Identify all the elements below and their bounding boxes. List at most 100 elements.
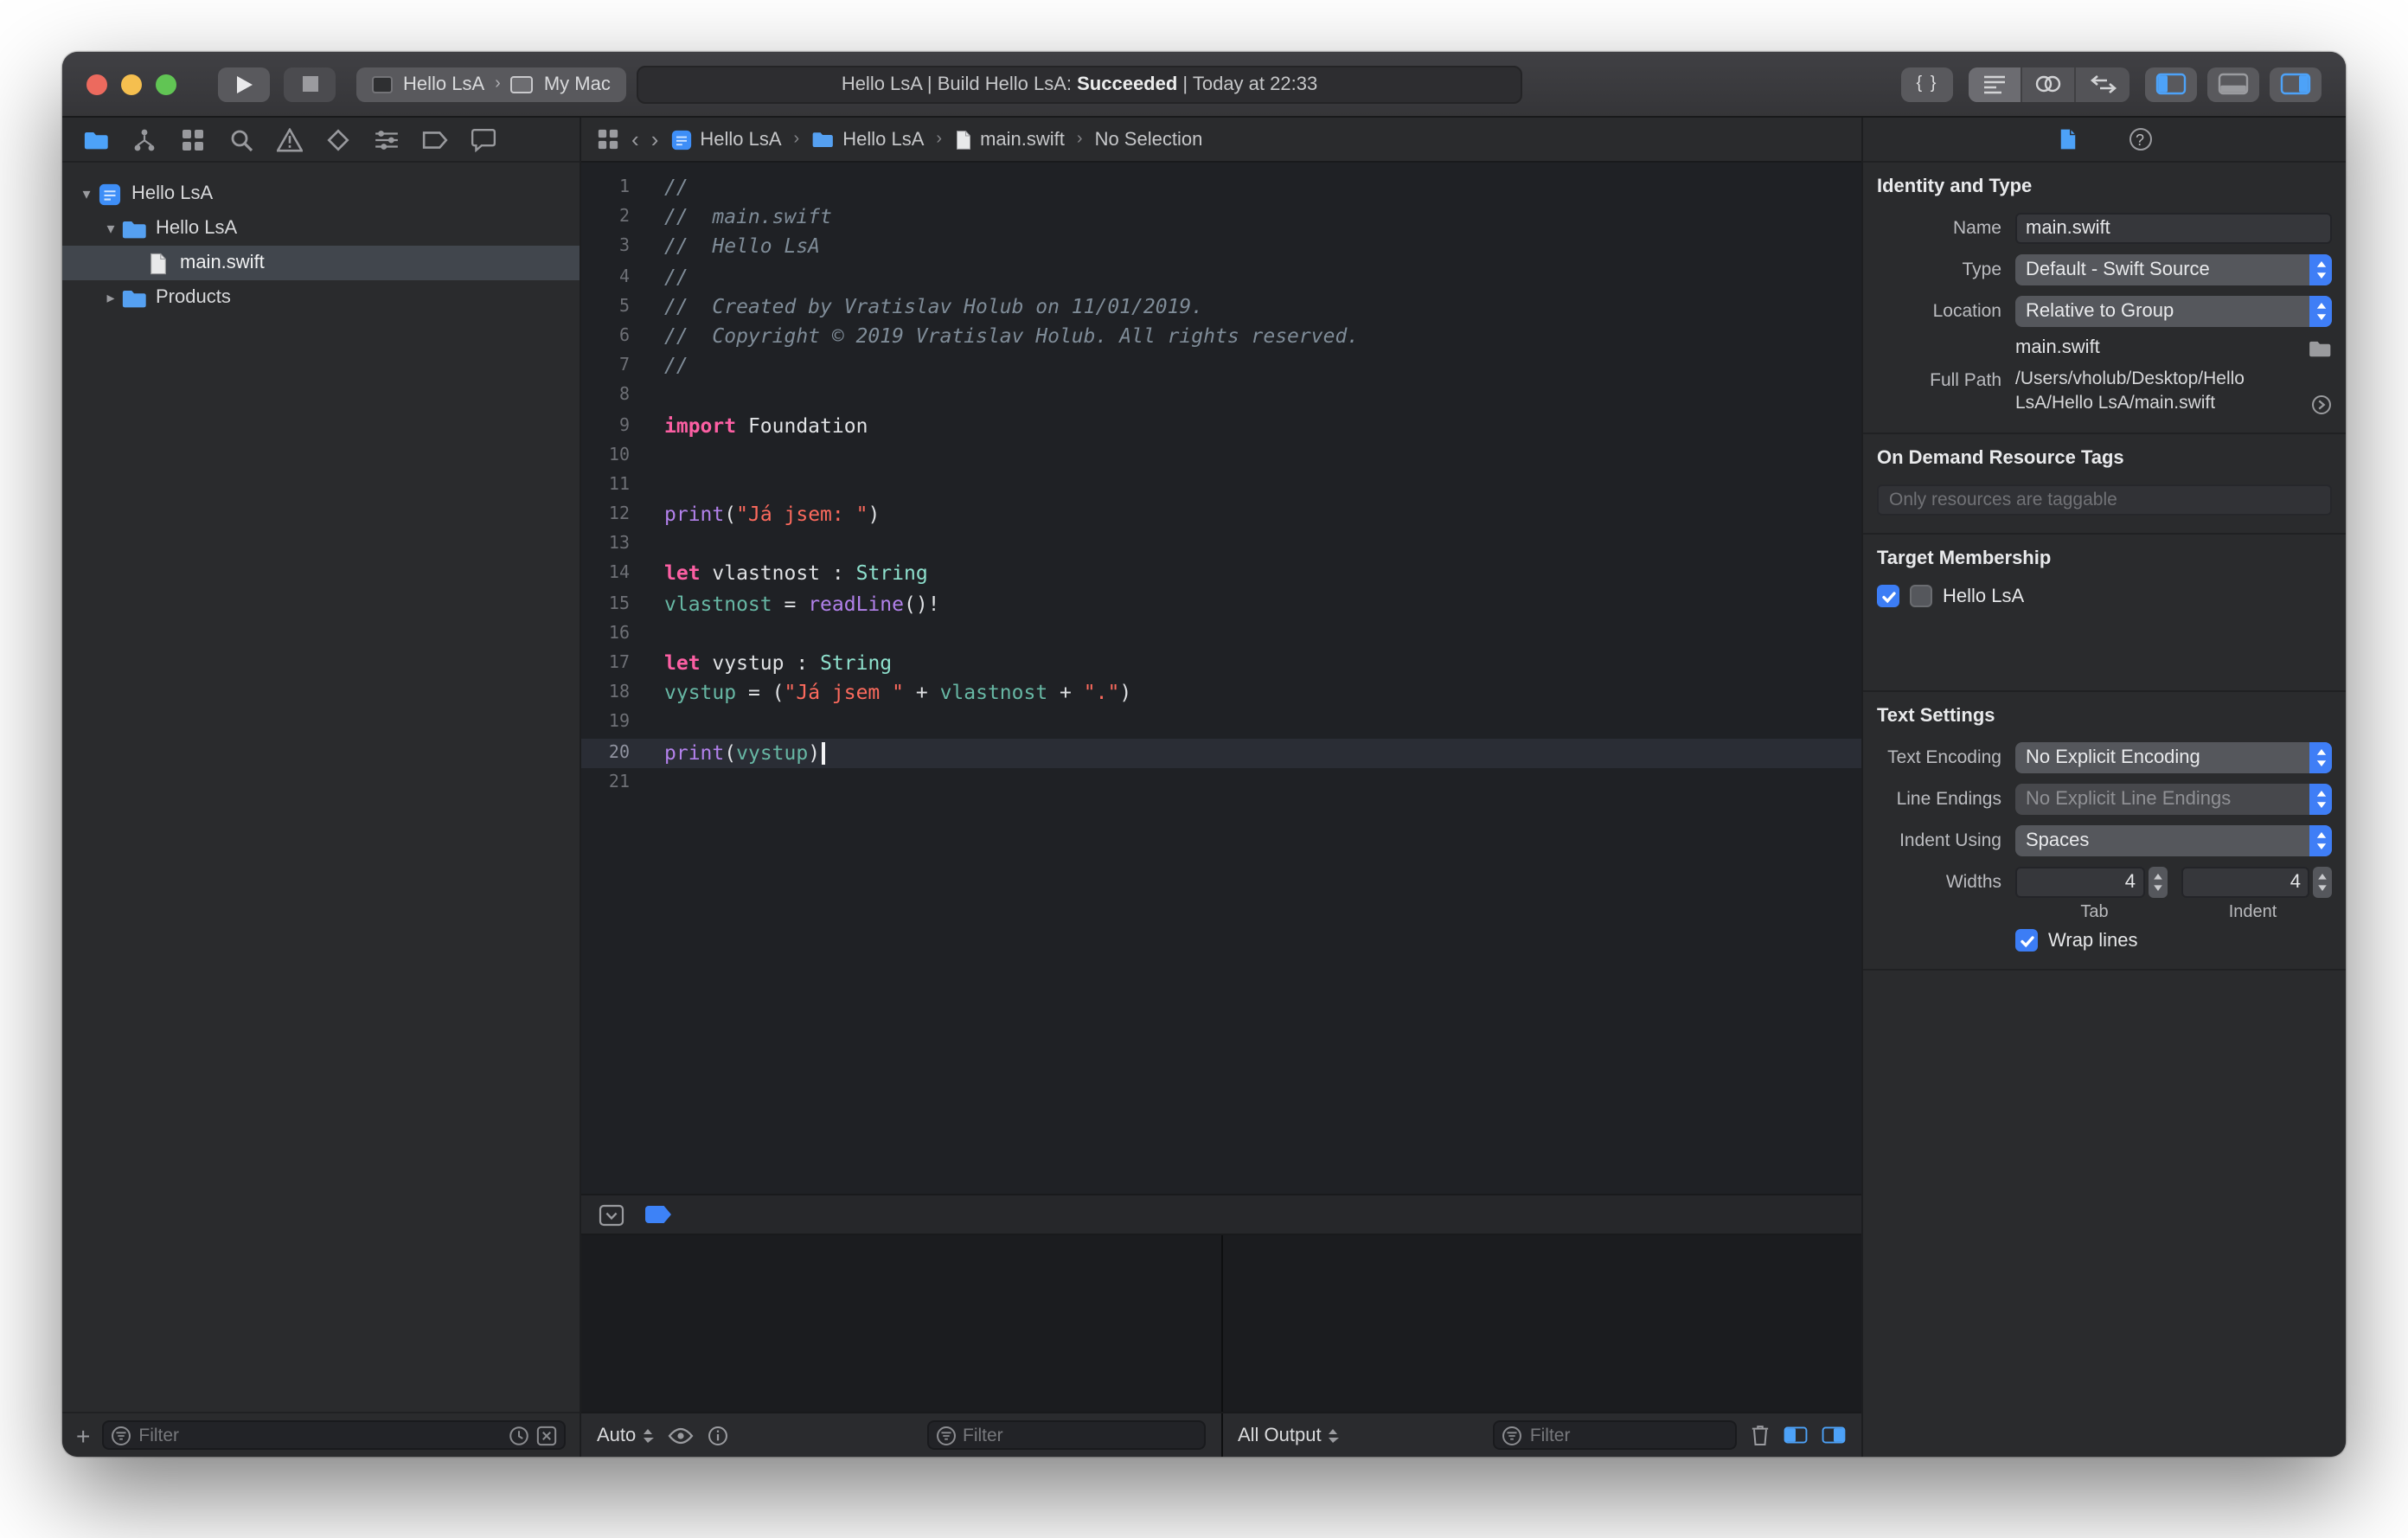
- version-editor-button[interactable]: [2076, 67, 2129, 101]
- code-line[interactable]: 14let vlastnost : String: [581, 560, 1861, 589]
- code-line[interactable]: 8: [581, 381, 1861, 411]
- breadcrumb-selection[interactable]: No Selection: [1095, 129, 1203, 150]
- console-filter-field[interactable]: [1494, 1420, 1737, 1450]
- code-line[interactable]: 21: [581, 768, 1861, 798]
- source-control-navigator-icon[interactable]: [131, 127, 157, 151]
- source-editor[interactable]: 1//2// main.swift3// Hello LsA4//5// Cre…: [581, 163, 1861, 1194]
- target-membership-row[interactable]: Hello LsA: [1877, 586, 2332, 608]
- console-filter-input[interactable]: [1530, 1425, 1728, 1445]
- quicklook-eye-icon[interactable]: [667, 1426, 693, 1444]
- toggle-navigator-button[interactable]: [2145, 67, 2197, 101]
- code-line[interactable]: 3// Hello LsA: [581, 233, 1861, 262]
- disclosure-triangle-icon[interactable]: ▾: [100, 219, 121, 238]
- minimize-window-button[interactable]: [121, 74, 142, 94]
- indent-width-field[interactable]: [2181, 868, 2309, 899]
- wrap-lines-checkbox[interactable]: [2015, 930, 2038, 952]
- breadcrumb-group[interactable]: Hello LsA: [811, 129, 924, 150]
- back-button[interactable]: ‹: [631, 126, 639, 152]
- variables-scope-popup[interactable]: Auto: [597, 1425, 653, 1445]
- show-variables-view-button[interactable]: [1784, 1426, 1808, 1445]
- variables-view[interactable]: [581, 1235, 1222, 1412]
- variables-filter-input[interactable]: [963, 1425, 1196, 1445]
- report-navigator-icon[interactable]: [471, 127, 496, 151]
- code-line[interactable]: 13: [581, 530, 1861, 560]
- console-output-popup[interactable]: All Output: [1238, 1425, 1339, 1445]
- toggle-inspector-button[interactable]: [2270, 67, 2322, 101]
- code-line[interactable]: 10: [581, 440, 1861, 470]
- line-endings-popup[interactable]: No Explicit Line Endings: [2015, 785, 2332, 816]
- test-navigator-icon[interactable]: [325, 127, 351, 151]
- quick-help-inspector-tab[interactable]: ?: [2129, 128, 2151, 151]
- issue-navigator-icon[interactable]: [277, 127, 303, 151]
- code-line[interactable]: 20print(vystup): [581, 738, 1861, 767]
- indent-using-popup[interactable]: Spaces: [2015, 826, 2332, 857]
- info-icon[interactable]: [707, 1425, 727, 1445]
- scheme-selector[interactable]: Hello LsA › My Mac: [356, 67, 626, 101]
- reveal-in-finder-icon[interactable]: [2311, 395, 2332, 416]
- forward-button[interactable]: ›: [651, 126, 659, 152]
- resource-tags-field[interactable]: Only resources are taggable: [1877, 485, 2332, 516]
- standard-editor-button[interactable]: [1969, 67, 2022, 101]
- hide-debug-area-button[interactable]: [599, 1203, 624, 1226]
- text-encoding-popup[interactable]: No Explicit Encoding: [2015, 743, 2332, 774]
- file-inspector-tab[interactable]: [2058, 128, 2077, 151]
- name-field[interactable]: [2015, 213, 2332, 244]
- disclosure-triangle-icon[interactable]: ▾: [76, 184, 97, 203]
- console-view[interactable]: [1222, 1235, 1861, 1412]
- code-line[interactable]: 15vlastnost = readLine()!: [581, 589, 1861, 618]
- project-navigator-icon[interactable]: [83, 127, 109, 151]
- choose-folder-icon[interactable]: [2308, 338, 2332, 357]
- code-line[interactable]: 2// main.swift: [581, 202, 1861, 232]
- stop-button[interactable]: [284, 67, 336, 101]
- breadcrumb-project[interactable]: Hello LsA: [670, 129, 781, 150]
- tab-width-stepper[interactable]: [2148, 868, 2167, 899]
- code-line[interactable]: 16: [581, 619, 1861, 649]
- clear-console-trash-icon[interactable]: [1751, 1424, 1770, 1446]
- name-input[interactable]: [2026, 218, 2322, 239]
- breadcrumb-file[interactable]: main.swift: [954, 129, 1065, 150]
- code-line[interactable]: 9import Foundation: [581, 411, 1861, 440]
- zoom-window-button[interactable]: [156, 74, 176, 94]
- tree-row-project[interactable]: ▾ Hello LsA: [62, 176, 580, 211]
- target-checkbox[interactable]: [1877, 586, 1899, 608]
- disclosure-triangle-icon[interactable]: ▸: [100, 288, 121, 307]
- type-popup[interactable]: Default - Swift Source: [2015, 254, 2332, 285]
- code-line[interactable]: 11: [581, 471, 1861, 500]
- code-line[interactable]: 1//: [581, 173, 1861, 202]
- code-line[interactable]: 5// Created by Vratislav Holub on 11/01/…: [581, 292, 1861, 322]
- tab-width-input[interactable]: [2017, 873, 2142, 894]
- wrap-lines-row[interactable]: Wrap lines: [2015, 930, 2332, 952]
- indent-width-input[interactable]: [2182, 873, 2308, 894]
- breakpoint-navigator-icon[interactable]: [422, 127, 448, 151]
- tree-row-products[interactable]: ▸ Products: [62, 280, 580, 315]
- add-button[interactable]: +: [76, 1423, 90, 1447]
- code-line[interactable]: 6// Copyright © 2019 Vratislav Holub. Al…: [581, 322, 1861, 351]
- toggle-debug-area-button[interactable]: [2207, 67, 2259, 101]
- code-line[interactable]: 18vystup = ("Já jsem " + vlastnost + "."…: [581, 678, 1861, 708]
- navigator-filter-field[interactable]: [102, 1420, 566, 1450]
- indent-width-stepper[interactable]: [2313, 868, 2332, 899]
- symbol-navigator-icon[interactable]: [180, 127, 206, 151]
- activity-viewer[interactable]: Hello LsA | Build Hello LsA: Succeeded |…: [637, 66, 1522, 104]
- find-navigator-icon[interactable]: [228, 127, 254, 151]
- breakpoints-toggle-icon[interactable]: [645, 1206, 671, 1223]
- tab-width-field[interactable]: [2015, 868, 2144, 899]
- variables-filter-field[interactable]: [926, 1420, 1205, 1450]
- library-button[interactable]: { }: [1901, 67, 1953, 101]
- close-window-button[interactable]: [86, 74, 107, 94]
- tree-row-group[interactable]: ▾ Hello LsA: [62, 211, 580, 246]
- debug-navigator-icon[interactable]: [374, 127, 400, 151]
- code-line[interactable]: 17let vystup : String: [581, 649, 1861, 678]
- show-console-view-button[interactable]: [1822, 1426, 1846, 1445]
- code-line[interactable]: 12print("Já jsem: "): [581, 500, 1861, 529]
- code-line[interactable]: 4//: [581, 262, 1861, 292]
- location-popup[interactable]: Relative to Group: [2015, 296, 2332, 327]
- assistant-editor-button[interactable]: [2022, 67, 2076, 101]
- source-control-status-icon[interactable]: [536, 1425, 557, 1445]
- code-line[interactable]: 19: [581, 708, 1861, 738]
- tree-row-main-swift[interactable]: main.swift: [62, 246, 580, 280]
- run-button[interactable]: [218, 67, 270, 101]
- recent-files-clock-icon[interactable]: [509, 1425, 529, 1445]
- code-line[interactable]: 7//: [581, 351, 1861, 381]
- filter-input[interactable]: [138, 1425, 502, 1445]
